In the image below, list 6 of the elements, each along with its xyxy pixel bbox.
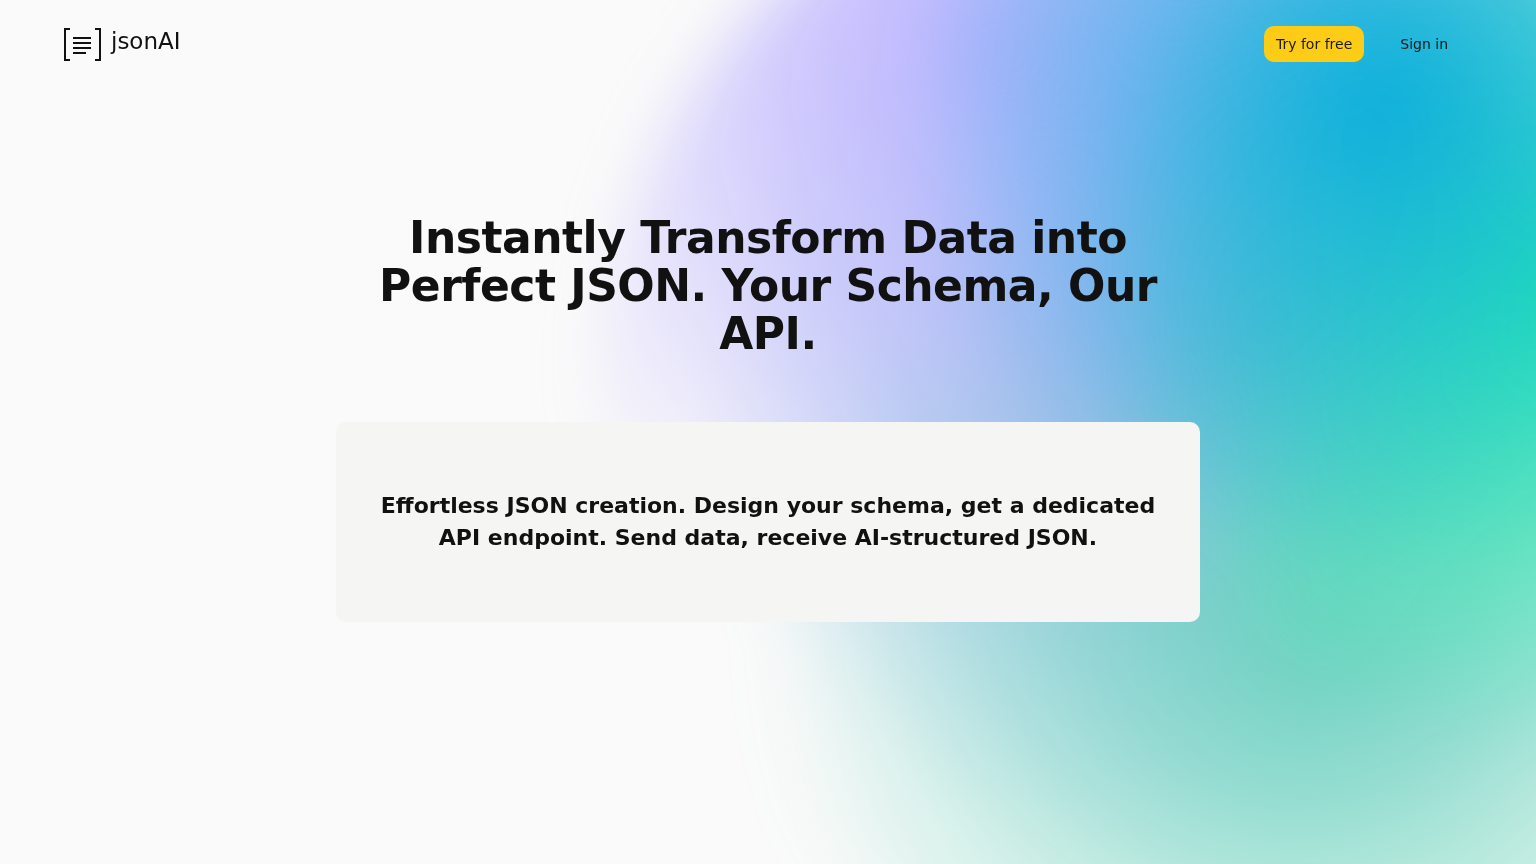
sign-in-link[interactable]: Sign in — [1388, 26, 1460, 62]
document-lines-icon — [64, 27, 101, 61]
try-free-button[interactable]: Try for free — [1263, 26, 1365, 62]
logo-text[interactable]: jsonAI — [111, 28, 181, 54]
hero-description: Effortless JSON creation. Design your schema, get a dedicated API endpoint. Send data, receive AI-structured JSON. — [379, 492, 1157, 552]
hero-headline: Instantly Transform Data into Perfect JSON. Your Schema, Our API. — [378, 214, 1159, 358]
